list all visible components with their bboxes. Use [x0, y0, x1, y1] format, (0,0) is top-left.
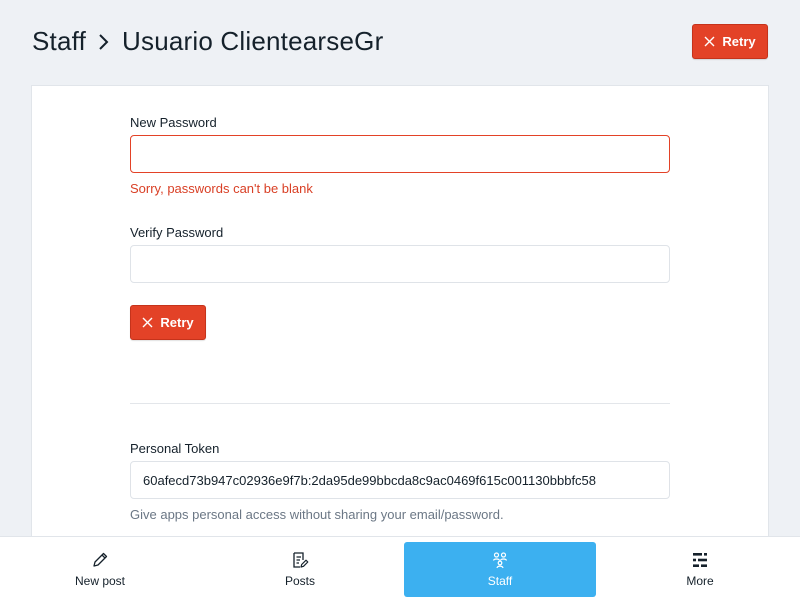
nav-more[interactable]: More [604, 542, 796, 597]
personal-token-help: Give apps personal access without sharin… [130, 507, 504, 522]
divider [130, 403, 670, 404]
new-password-label: New Password [130, 115, 217, 130]
personal-token-input[interactable] [130, 461, 670, 499]
verify-password-input[interactable] [130, 245, 670, 283]
breadcrumb-staff[interactable]: Staff [32, 26, 86, 57]
page-title: Usuario ClientearseGr [122, 26, 384, 56]
chevron-right-icon [98, 33, 110, 51]
new-password-input[interactable] [130, 135, 670, 173]
header-retry-button[interactable]: Retry [692, 24, 768, 59]
nav-new-post[interactable]: New post [4, 542, 196, 597]
close-icon [142, 317, 153, 328]
password-panel: New Password Sorry, passwords can't be b… [31, 85, 769, 545]
nav-staff[interactable]: Staff [404, 542, 596, 597]
personal-token-label: Personal Token [130, 441, 220, 456]
pencil-icon [93, 552, 108, 567]
bottom-navigation: New post Posts Staff More [0, 536, 800, 600]
nav-new-post-label: New post [74, 574, 126, 588]
new-password-error: Sorry, passwords can't be blank [130, 181, 313, 196]
nav-more-label: More [686, 574, 714, 588]
nav-posts-label: Posts [284, 574, 315, 588]
staff-icon [492, 552, 508, 569]
header-retry-label: Retry [722, 34, 756, 49]
nav-posts[interactable]: Posts [204, 542, 396, 597]
more-icon [693, 553, 707, 567]
verify-password-label: Verify Password [130, 225, 224, 240]
form-retry-button[interactable]: Retry [130, 305, 206, 340]
nav-staff-label: Staff [487, 574, 513, 588]
posts-icon [293, 552, 309, 568]
page-header: Staff Usuario ClientearseGr Retry [0, 0, 800, 85]
close-icon [704, 36, 715, 47]
form-retry-label: Retry [160, 315, 194, 330]
breadcrumb: Staff Usuario ClientearseGr [32, 26, 383, 57]
